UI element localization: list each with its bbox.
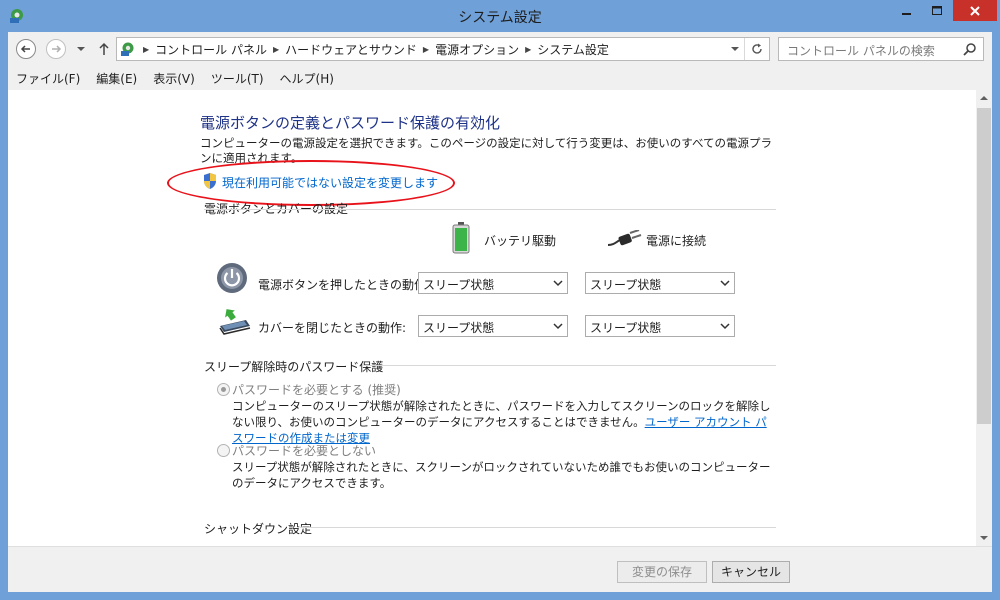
menu-file[interactable]: ファイル(F) <box>8 68 88 90</box>
require-password-radio[interactable] <box>217 383 230 396</box>
refresh-button[interactable] <box>744 38 769 60</box>
search-icon[interactable] <box>963 42 977 56</box>
address-bar[interactable]: ▶ コントロール パネル ▶ ハードウェアとサウンド ▶ 電源オプション ▶ シ… <box>116 37 770 61</box>
menu-tools[interactable]: ツール(T) <box>203 68 272 90</box>
breadcrumb-hardware-sound[interactable]: ハードウェアとサウンド <box>285 41 417 58</box>
section-divider <box>364 365 776 366</box>
vertical-scrollbar[interactable] <box>976 90 992 546</box>
window-title: システム設定 <box>458 10 542 26</box>
select-value: スリープ状態 <box>590 321 662 335</box>
password-section-title: スリープ解除時のパスワード保護 <box>204 360 384 374</box>
close-button[interactable] <box>953 0 997 21</box>
search-input[interactable]: コントロール パネルの検索 <box>778 37 984 61</box>
shutdown-section-title: シャットダウン設定 <box>204 522 313 536</box>
maximize-icon <box>932 5 942 15</box>
page-title: 電源ボタンの定義とパスワード保護の有効化 <box>200 114 501 132</box>
section-divider <box>204 209 776 210</box>
chevron-down-icon <box>553 280 563 287</box>
minimize-button[interactable] <box>893 0 921 21</box>
refresh-icon <box>752 43 762 54</box>
scrollbar-thumb[interactable] <box>977 108 991 424</box>
chevron-down-icon <box>553 323 563 330</box>
battery-icon <box>452 222 470 254</box>
no-password-description: スリープ状態が解除されたときに、スクリーンがロックされていないため誰でもお使いの… <box>232 460 771 490</box>
breadcrumb-separator-icon: ▶ <box>272 44 280 54</box>
breadcrumb-power-options[interactable]: 電源オプション <box>435 41 519 58</box>
chevron-down-icon <box>731 47 739 51</box>
power-button-plugged-select[interactable]: スリープ状態 <box>585 272 735 294</box>
breadcrumb-separator-icon: ▶ <box>422 44 430 54</box>
lid-close-plugged-select[interactable]: スリープ状態 <box>585 315 735 337</box>
no-password-radio[interactable] <box>217 444 230 457</box>
menu-bar: ファイル(F) 編集(E) 表示(V) ツール(T) ヘルプ(H) <box>8 68 992 90</box>
arrow-right-icon <box>52 45 62 53</box>
plugged-column-label: 電源に接続 <box>646 234 707 248</box>
power-button-battery-select[interactable]: スリープ状態 <box>418 272 568 294</box>
close-icon <box>970 5 980 16</box>
window: システム設定 ▶ コントロール パネル ▶ ハードウェアとサウンド ▶ 電源オプ… <box>0 0 1000 600</box>
minimize-icon <box>902 12 911 15</box>
breadcrumb-separator-icon: ▶ <box>143 44 150 54</box>
address-tools <box>726 38 769 60</box>
chevron-down-icon <box>720 323 730 330</box>
chevron-down-icon <box>720 280 730 287</box>
control-panel-icon <box>121 42 134 56</box>
forward-button[interactable] <box>46 39 66 59</box>
power-button-icon <box>217 263 247 293</box>
chevron-up-icon <box>980 96 988 100</box>
require-password-description: コンピューターのスリープ状態が解除されたときに、パスワードを入力してスクリーンの… <box>232 398 772 446</box>
breadcrumb-system-settings[interactable]: システム設定 <box>537 41 609 58</box>
scroll-down-button[interactable] <box>976 530 992 546</box>
battery-column-label: バッテリ駆動 <box>484 234 557 248</box>
menu-view[interactable]: 表示(V) <box>145 68 203 90</box>
select-value: スリープ状態 <box>590 278 662 292</box>
save-changes-button[interactable]: 変更の保存 <box>617 561 707 583</box>
breadcrumb-control-panel[interactable]: コントロール パネル <box>155 41 267 58</box>
up-button[interactable] <box>96 40 112 58</box>
chevron-down-icon <box>77 47 85 51</box>
client-area: ▶ コントロール パネル ▶ ハードウェアとサウンド ▶ 電源オプション ▶ シ… <box>8 32 992 592</box>
lid-close-action-label: カバーを閉じたときの動作: <box>258 321 407 335</box>
search-placeholder: コントロール パネルの検索 <box>787 44 935 58</box>
breadcrumb-separator-icon: ▶ <box>525 44 532 54</box>
menu-edit[interactable]: 編集(E) <box>88 68 145 90</box>
recent-locations-button[interactable] <box>74 41 88 57</box>
scroll-up-button[interactable] <box>976 90 992 106</box>
section-divider <box>300 527 776 528</box>
navigation-bar: ▶ コントロール パネル ▶ ハードウェアとサウンド ▶ 電源オプション ▶ シ… <box>8 32 992 68</box>
arrow-left-icon <box>20 45 30 53</box>
laptop-lid-icon <box>219 309 251 335</box>
chevron-down-icon <box>980 536 988 540</box>
address-dropdown-button[interactable] <box>726 38 744 60</box>
no-password-label: パスワードを必要としない <box>232 444 377 458</box>
power-button-action-label: 電源ボタンを押したときの動作: <box>258 278 431 292</box>
power-plug-icon <box>608 230 642 246</box>
maximize-button[interactable] <box>923 0 951 21</box>
footer-bar: 変更の保存 キャンセル <box>8 546 992 592</box>
select-value: スリープ状態 <box>423 321 495 335</box>
arrow-up-icon <box>99 42 109 55</box>
title-bar[interactable]: システム設定 <box>0 0 1000 32</box>
back-button[interactable] <box>16 39 36 59</box>
settings-content: 電源ボタンの定義とパスワード保護の有効化 コンピューターの電源設定を選択できます… <box>8 90 976 546</box>
menu-help[interactable]: ヘルプ(H) <box>272 68 342 90</box>
lid-close-battery-select[interactable]: スリープ状態 <box>418 315 568 337</box>
cancel-button[interactable]: キャンセル <box>712 561 790 583</box>
require-password-label: パスワードを必要とする (推奨) <box>232 383 401 397</box>
select-value: スリープ状態 <box>423 278 495 292</box>
